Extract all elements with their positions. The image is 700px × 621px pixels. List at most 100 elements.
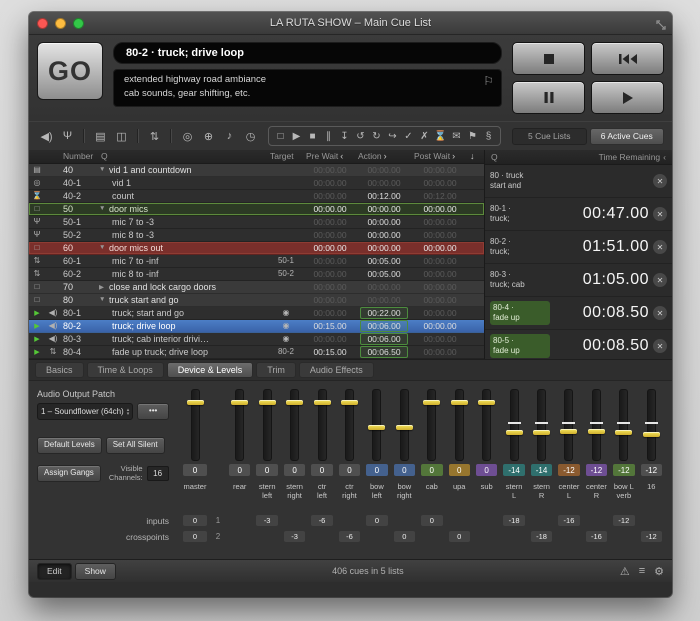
wait-cue-icon[interactable]: ⌛ [433, 131, 448, 142]
reset-cue-icon[interactable]: ↺ [353, 131, 368, 142]
sort-icon[interactable]: ↓ [468, 151, 484, 161]
set-all-silent-button[interactable]: Set All Silent [106, 437, 165, 454]
crosspoint-chip[interactable]: 0 [183, 531, 207, 542]
patch-edit-button[interactable]: ••• [137, 403, 169, 420]
crosspoint-chip[interactable] [311, 531, 332, 542]
level-chip[interactable]: 0 [421, 464, 442, 476]
fader-ch16[interactable] [639, 387, 664, 461]
fade-cue-icon[interactable]: ⇅ [145, 130, 164, 143]
disclosure-icon[interactable]: ▼ [99, 296, 106, 303]
cue-row[interactable]: ⇅ 60-2 mic 8 to -inf 50-2 00:00.00 00:05… [29, 268, 484, 281]
level-chip[interactable]: -12 [613, 464, 634, 476]
cue-row[interactable]: □ 80 ▼truck start and go 00:00.00 00:00.… [29, 294, 484, 307]
crosspoint-chip[interactable]: -18 [503, 515, 524, 526]
cue-row[interactable]: Ψ 50-1 mic 7 to -3 00:00.00 00:00.00 00:… [29, 216, 484, 229]
crosspoint-chip[interactable] [421, 531, 442, 542]
default-levels-button[interactable]: Default Levels [37, 437, 102, 454]
cue-action[interactable]: 00:12.00 [356, 191, 412, 201]
cue-postwait[interactable]: 00:00.00 [412, 204, 468, 214]
settings-gear-icon[interactable]: ⚙ [654, 565, 664, 578]
audio-cue-icon[interactable]: ◀) [37, 130, 56, 143]
stop-cue-button[interactable]: ✕ [653, 339, 667, 353]
fader-ch7[interactable] [392, 387, 417, 461]
cue-postwait[interactable]: 00:00.00 [412, 217, 468, 227]
cue-row[interactable]: ▶ ◀) 80-3 truck; cab interior drivi… ◉ 0… [29, 333, 484, 346]
cue-action[interactable]: 00:05.00 [356, 269, 412, 279]
crosspoint-chip[interactable] [284, 515, 305, 526]
crosspoint-chip[interactable] [256, 531, 277, 542]
cue-prewait[interactable]: 00:00.00 [304, 334, 356, 344]
cue-postwait[interactable]: 00:12.00 [412, 191, 468, 201]
tab-audio-effects[interactable]: Audio Effects [299, 362, 374, 378]
expand-column-icon[interactable]: › [384, 151, 387, 161]
cue-action[interactable]: 00:06.00 [360, 333, 408, 345]
cue-action[interactable]: 00:00.00 [356, 178, 412, 188]
crosspoint-chip[interactable] [586, 515, 607, 526]
level-chip[interactable]: 0 [476, 464, 497, 476]
cue-action[interactable]: 00:00.00 [356, 243, 412, 253]
mic-cue-icon[interactable]: Ψ [58, 130, 77, 142]
active-cue-row[interactable]: 80-5 · fade up 00:08.50 ✕ [485, 330, 672, 359]
flag-icon[interactable]: ⚐ [483, 73, 494, 90]
cue-action[interactable]: 00:00.00 [356, 165, 412, 175]
crosspoint-chip[interactable]: -12 [613, 515, 634, 526]
music-cue-icon[interactable]: ♪ [220, 130, 239, 142]
disarm-cue-icon[interactable]: ✗ [417, 131, 432, 142]
fader-ch11[interactable] [501, 387, 526, 461]
disclosure-icon[interactable]: ▼ [99, 205, 106, 212]
tab-active-cues[interactable]: 6 Active Cues [590, 128, 665, 145]
osc-cue-icon[interactable]: ◎ [178, 130, 197, 143]
cue-action[interactable]: 00:00.00 [356, 204, 412, 214]
cue-postwait[interactable]: 00:00.00 [412, 165, 468, 175]
cue-prewait[interactable]: 00:00.00 [304, 282, 356, 292]
active-cue-row[interactable]: 80 · truck start and ✕ [485, 165, 672, 198]
cue-row[interactable]: ⇅ 60-1 mic 7 to -inf 50-1 00:00.00 00:05… [29, 255, 484, 268]
crosspoint-chip[interactable]: 0 [183, 515, 207, 526]
fader-ch1[interactable] [227, 387, 252, 461]
minimize-window-button[interactable] [55, 18, 66, 29]
midi-cue-icon[interactable]: ⊕ [199, 130, 218, 143]
zoom-window-button[interactable] [73, 18, 84, 29]
crosspoint-chip[interactable]: -3 [256, 515, 277, 526]
script-cue-icon[interactable]: § [481, 131, 496, 142]
cue-row[interactable]: ▶ ⇅ 80-4 fade up truck; drive loop 80-2 … [29, 346, 484, 359]
fullscreen-icon[interactable] [656, 17, 666, 35]
warnings-icon[interactable]: ⚠ [620, 565, 630, 578]
crosspoint-chip[interactable] [641, 515, 662, 526]
level-chip[interactable]: -14 [531, 464, 552, 476]
patch-select[interactable]: 1 – Soundflower (64ch) ▴▾ [37, 403, 133, 420]
cue-postwait[interactable]: 00:00.00 [412, 178, 468, 188]
crosspoint-chip[interactable] [613, 531, 634, 542]
cue-prewait[interactable]: 00:00.00 [304, 243, 356, 253]
expand-column-icon[interactable]: › [452, 151, 455, 161]
level-chip[interactable]: 0 [449, 464, 470, 476]
fader-ch4[interactable] [309, 387, 334, 461]
arm-cue-icon[interactable]: ✓ [401, 131, 416, 142]
fader-ch12[interactable] [529, 387, 554, 461]
cue-prewait[interactable]: 00:00.00 [304, 191, 356, 201]
cue-row[interactable]: □ 60 ▼door mics out 00:00.00 00:00.00 00… [29, 242, 484, 255]
active-cue-row[interactable]: 80-4 · fade up 00:08.50 ✕ [485, 297, 672, 330]
level-chip[interactable]: 0 [284, 464, 305, 476]
crosspoint-chip[interactable] [476, 515, 497, 526]
collapse-column-icon[interactable]: ‹ [340, 151, 343, 161]
crosspoint-chip[interactable] [366, 531, 387, 542]
cue-row[interactable]: Ψ 50-2 mic 8 to -3 00:00.00 00:00.00 00:… [29, 229, 484, 242]
crosspoint-chip[interactable] [229, 531, 250, 542]
go-button[interactable]: GO [37, 42, 103, 100]
crosspoint-chip[interactable] [339, 515, 360, 526]
active-cue-row[interactable]: 80-2 · truck; 01:51.00 ✕ [485, 231, 672, 264]
video-cue-icon[interactable]: ▤ [91, 130, 110, 143]
pause-button[interactable] [512, 81, 585, 114]
tab-cue-lists[interactable]: 5 Cue Lists [512, 128, 587, 145]
cue-action[interactable]: 00:06.00 [360, 320, 408, 332]
cue-action[interactable]: 00:06.50 [360, 346, 408, 358]
fader-ch5[interactable] [337, 387, 362, 461]
edit-mode-button[interactable]: Edit [37, 563, 72, 580]
title-bar[interactable]: LA RUTA SHOW – Main Cue List [29, 12, 672, 35]
crosspoint-chip[interactable] [531, 515, 552, 526]
stop-cue-icon[interactable]: ■ [305, 131, 320, 142]
load-cue-icon[interactable]: ↧ [337, 131, 352, 142]
play-button[interactable] [591, 81, 664, 114]
stop-cue-button[interactable]: ✕ [653, 306, 667, 320]
